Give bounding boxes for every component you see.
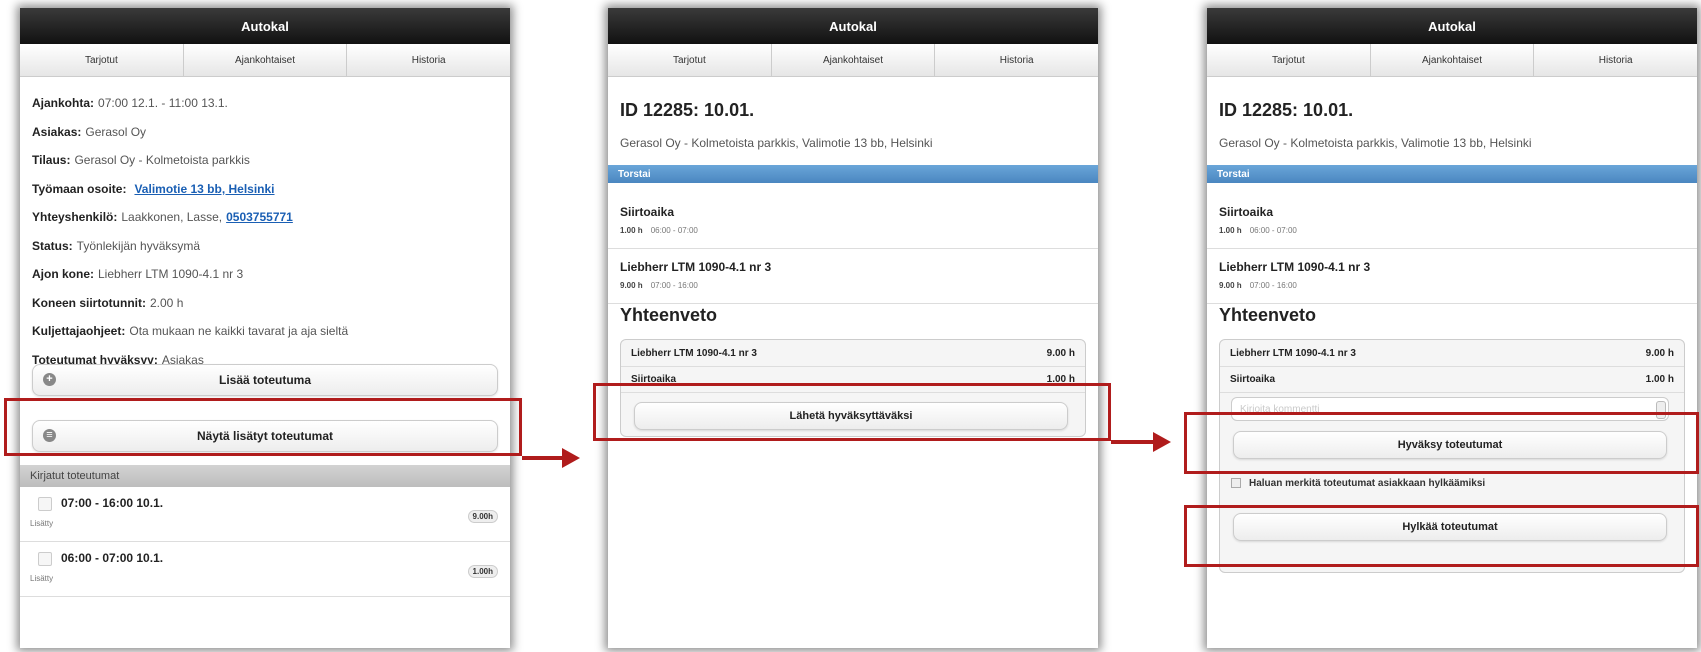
app-header: Autokal xyxy=(20,8,510,44)
detail-yhteyshenkilo: Yhteyshenkilö: Laakkonen, Lasse, 050375577… xyxy=(32,210,293,225)
section-header-realizations: Kirjatut toteutumat xyxy=(20,465,510,487)
tab-historia[interactable]: Historia xyxy=(935,44,1098,76)
day-header: Torstai xyxy=(608,165,1098,183)
highlight-frame-send-button xyxy=(593,383,1111,441)
detail-siirtotunnit: Koneen siirtotunnit: 2.00 h xyxy=(32,295,184,310)
arrow-right-icon xyxy=(522,448,580,468)
list-item[interactable]: Siirtoaika 1.00 h 06:00 - 07:00 xyxy=(1207,194,1697,249)
plus-circle-icon: + xyxy=(43,373,56,386)
nav-tabs: Tarjotut Ajankohtaiset Historia xyxy=(20,44,510,77)
tab-ajankohtaiset[interactable]: Ajankohtaiset xyxy=(771,44,936,76)
tab-historia[interactable]: Historia xyxy=(1534,44,1697,76)
detail-ajon-kone: Ajon kone: Liebherr LTM 1090-4.1 nr 3 xyxy=(32,267,244,282)
detail-tilaus: Tilaus: Gerasol Oy - Kolmetoista parkkis xyxy=(32,153,250,168)
app-title: Autokal xyxy=(829,18,877,34)
list-item[interactable]: Liebherr LTM 1090-4.1 nr 3 9.00 h 07:00 -… xyxy=(608,249,1098,304)
tab-ajankohtaiset[interactable]: Ajankohtaiset xyxy=(1370,44,1535,76)
nav-tabs: Tarjotut Ajankohtaiset Historia xyxy=(1207,44,1697,77)
tab-tarjotut[interactable]: Tarjotut xyxy=(20,44,184,76)
highlight-frame-reject-button xyxy=(1184,505,1699,567)
phone-link[interactable]: 0503755771 xyxy=(226,210,293,224)
highlight-frame-show-button xyxy=(4,398,522,456)
order-address: Gerasol Oy - Kolmetoista parkkis, Valimo… xyxy=(1219,136,1532,150)
nav-tabs: Tarjotut Ajankohtaiset Historia xyxy=(608,44,1098,77)
app-header: Autokal xyxy=(1207,8,1697,44)
tab-tarjotut[interactable]: Tarjotut xyxy=(608,44,772,76)
summary-row: Liebherr LTM 1090-4.1 nr 3 9.00 h xyxy=(621,340,1085,367)
arrow-right-icon xyxy=(1111,432,1171,452)
list-item[interactable]: 07:00 - 16:00 10.1. Lisätty 9.00h xyxy=(20,487,510,542)
summary-row: Siirtoaika 1.00 h xyxy=(1220,366,1684,393)
reject-checkbox[interactable] xyxy=(1231,478,1241,489)
summary-row: Liebherr LTM 1090-4.1 nr 3 9.00 h xyxy=(1220,340,1684,367)
detail-ajankohta: Ajankohta: 07:00 12.1. - 11:00 13.1. xyxy=(32,96,228,111)
highlight-frame-approve-button xyxy=(1184,412,1699,474)
add-realization-button[interactable]: + Lisää toteutuma xyxy=(32,364,498,396)
order-address: Gerasol Oy - Kolmetoista parkkis, Valimo… xyxy=(620,136,933,150)
screen-order-details: Autokal Tarjotut Ajankohtaiset Historia … xyxy=(20,8,510,648)
address-link[interactable]: Valimotie 13 bb, Helsinki xyxy=(134,182,274,196)
app-title: Autokal xyxy=(241,18,289,34)
summary-title: Yhteenveto xyxy=(620,305,718,325)
hours-badge: 9.00h xyxy=(467,510,498,523)
list-item[interactable]: Siirtoaika 1.00 h 06:00 - 07:00 xyxy=(608,194,1098,249)
app-title: Autokal xyxy=(1428,18,1476,34)
summary-title: Yhteenveto xyxy=(1219,305,1317,325)
reject-checkbox-row[interactable]: Haluan merkitä toteutumat asiakkaan hylk… xyxy=(1231,478,1669,492)
order-id-title: ID 12285: 10.01. xyxy=(620,100,755,120)
entry-checkbox[interactable] xyxy=(38,497,52,511)
list-item[interactable]: 06:00 - 07:00 10.1. Lisätty 1.00h xyxy=(20,542,510,597)
day-header: Torstai xyxy=(1207,165,1697,183)
tab-historia[interactable]: Historia xyxy=(347,44,510,76)
order-details: Ajankohta: 07:00 12.1. - 11:00 13.1. Asia… xyxy=(20,77,510,374)
detail-status: Status: Työnlekijän hyväksymä xyxy=(32,238,201,253)
tab-ajankohtaiset[interactable]: Ajankohtaiset xyxy=(183,44,348,76)
screen-send-for-approval: Autokal Tarjotut Ajankohtaiset Historia … xyxy=(608,8,1098,648)
detail-kuljettajaohjeet: Kuljettajaohjeet: Ota mukaan ne kaikki ta… xyxy=(32,324,349,339)
entry-checkbox[interactable] xyxy=(38,552,52,566)
detail-asiakas: Asiakas: Gerasol Oy xyxy=(32,124,147,139)
app-header: Autokal xyxy=(608,8,1098,44)
order-id-title: ID 12285: 10.01. xyxy=(1219,100,1354,120)
detail-tyomaan-osoite: Työmaan osoite: Valimotie 13 bb, Helsinki xyxy=(32,181,275,196)
tab-tarjotut[interactable]: Tarjotut xyxy=(1207,44,1371,76)
list-item[interactable]: Liebherr LTM 1090-4.1 nr 3 9.00 h 07:00 -… xyxy=(1207,249,1697,304)
hours-badge: 1.00h xyxy=(467,565,498,578)
